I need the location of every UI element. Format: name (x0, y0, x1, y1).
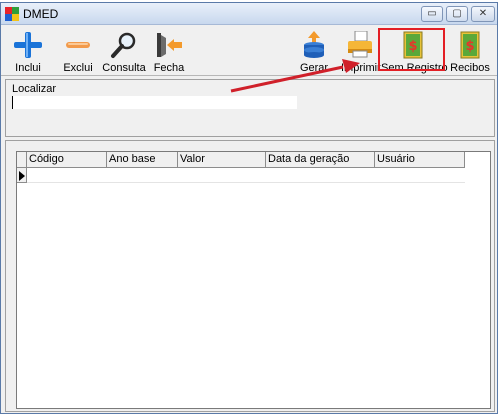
window-title: DMED (23, 7, 59, 21)
column-header-usuario[interactable]: Usuário (375, 152, 465, 168)
svg-text:$: $ (465, 39, 474, 54)
exit-door-icon (157, 33, 182, 57)
printer-icon (348, 31, 372, 58)
table-row[interactable] (27, 182, 465, 183)
minimize-button[interactable]: ▭ (421, 6, 443, 22)
receipts-icon: $ (460, 31, 480, 59)
grid-panel: Código Ano base Valor Data da geração Us… (5, 140, 495, 412)
search-label: Localizar (12, 83, 57, 95)
exclui-button[interactable]: Exclui (59, 28, 97, 74)
grid-header: Código Ano base Valor Data da geração Us… (17, 152, 465, 168)
database-upload-icon (304, 31, 324, 58)
column-header-ano-base[interactable]: Ano base (107, 152, 178, 168)
search-panel: Localizar (5, 79, 495, 137)
gerar-button[interactable]: Gerar (298, 28, 330, 74)
inclui-label: Inclui (15, 62, 41, 74)
consulta-button[interactable]: Consulta (102, 28, 146, 74)
search-input[interactable] (12, 96, 297, 109)
magnifier-icon (111, 32, 136, 58)
title-bar[interactable]: DMED ▭ ▢ ✕ (1, 3, 497, 25)
recibos-label: Recibos (450, 62, 490, 74)
current-row-indicator[interactable] (17, 168, 27, 183)
maximize-button[interactable]: ▢ (446, 6, 468, 22)
plus-icon (14, 32, 42, 58)
minus-icon (66, 42, 90, 48)
records-grid[interactable]: Código Ano base Valor Data da geração Us… (16, 151, 491, 409)
consulta-label: Consulta (102, 62, 146, 74)
imprimir-label: Imprimir (341, 62, 381, 74)
close-button[interactable]: ✕ (471, 6, 495, 22)
fecha-button[interactable]: Fecha (152, 28, 186, 74)
column-header-codigo[interactable]: Código (27, 152, 107, 168)
recibos-button[interactable]: $ Recibos (450, 28, 490, 74)
highlight-box (378, 28, 445, 71)
fecha-label: Fecha (153, 62, 185, 74)
gerar-label: Gerar (299, 62, 329, 74)
inclui-button[interactable]: Inclui (9, 28, 47, 74)
imprimir-button[interactable]: Imprimir (341, 28, 381, 74)
exclui-label: Exclui (63, 62, 93, 74)
column-header-valor[interactable]: Valor (178, 152, 266, 168)
app-icon (5, 7, 19, 21)
header-corner (17, 152, 27, 168)
column-header-data-geracao[interactable]: Data da geração (266, 152, 375, 168)
